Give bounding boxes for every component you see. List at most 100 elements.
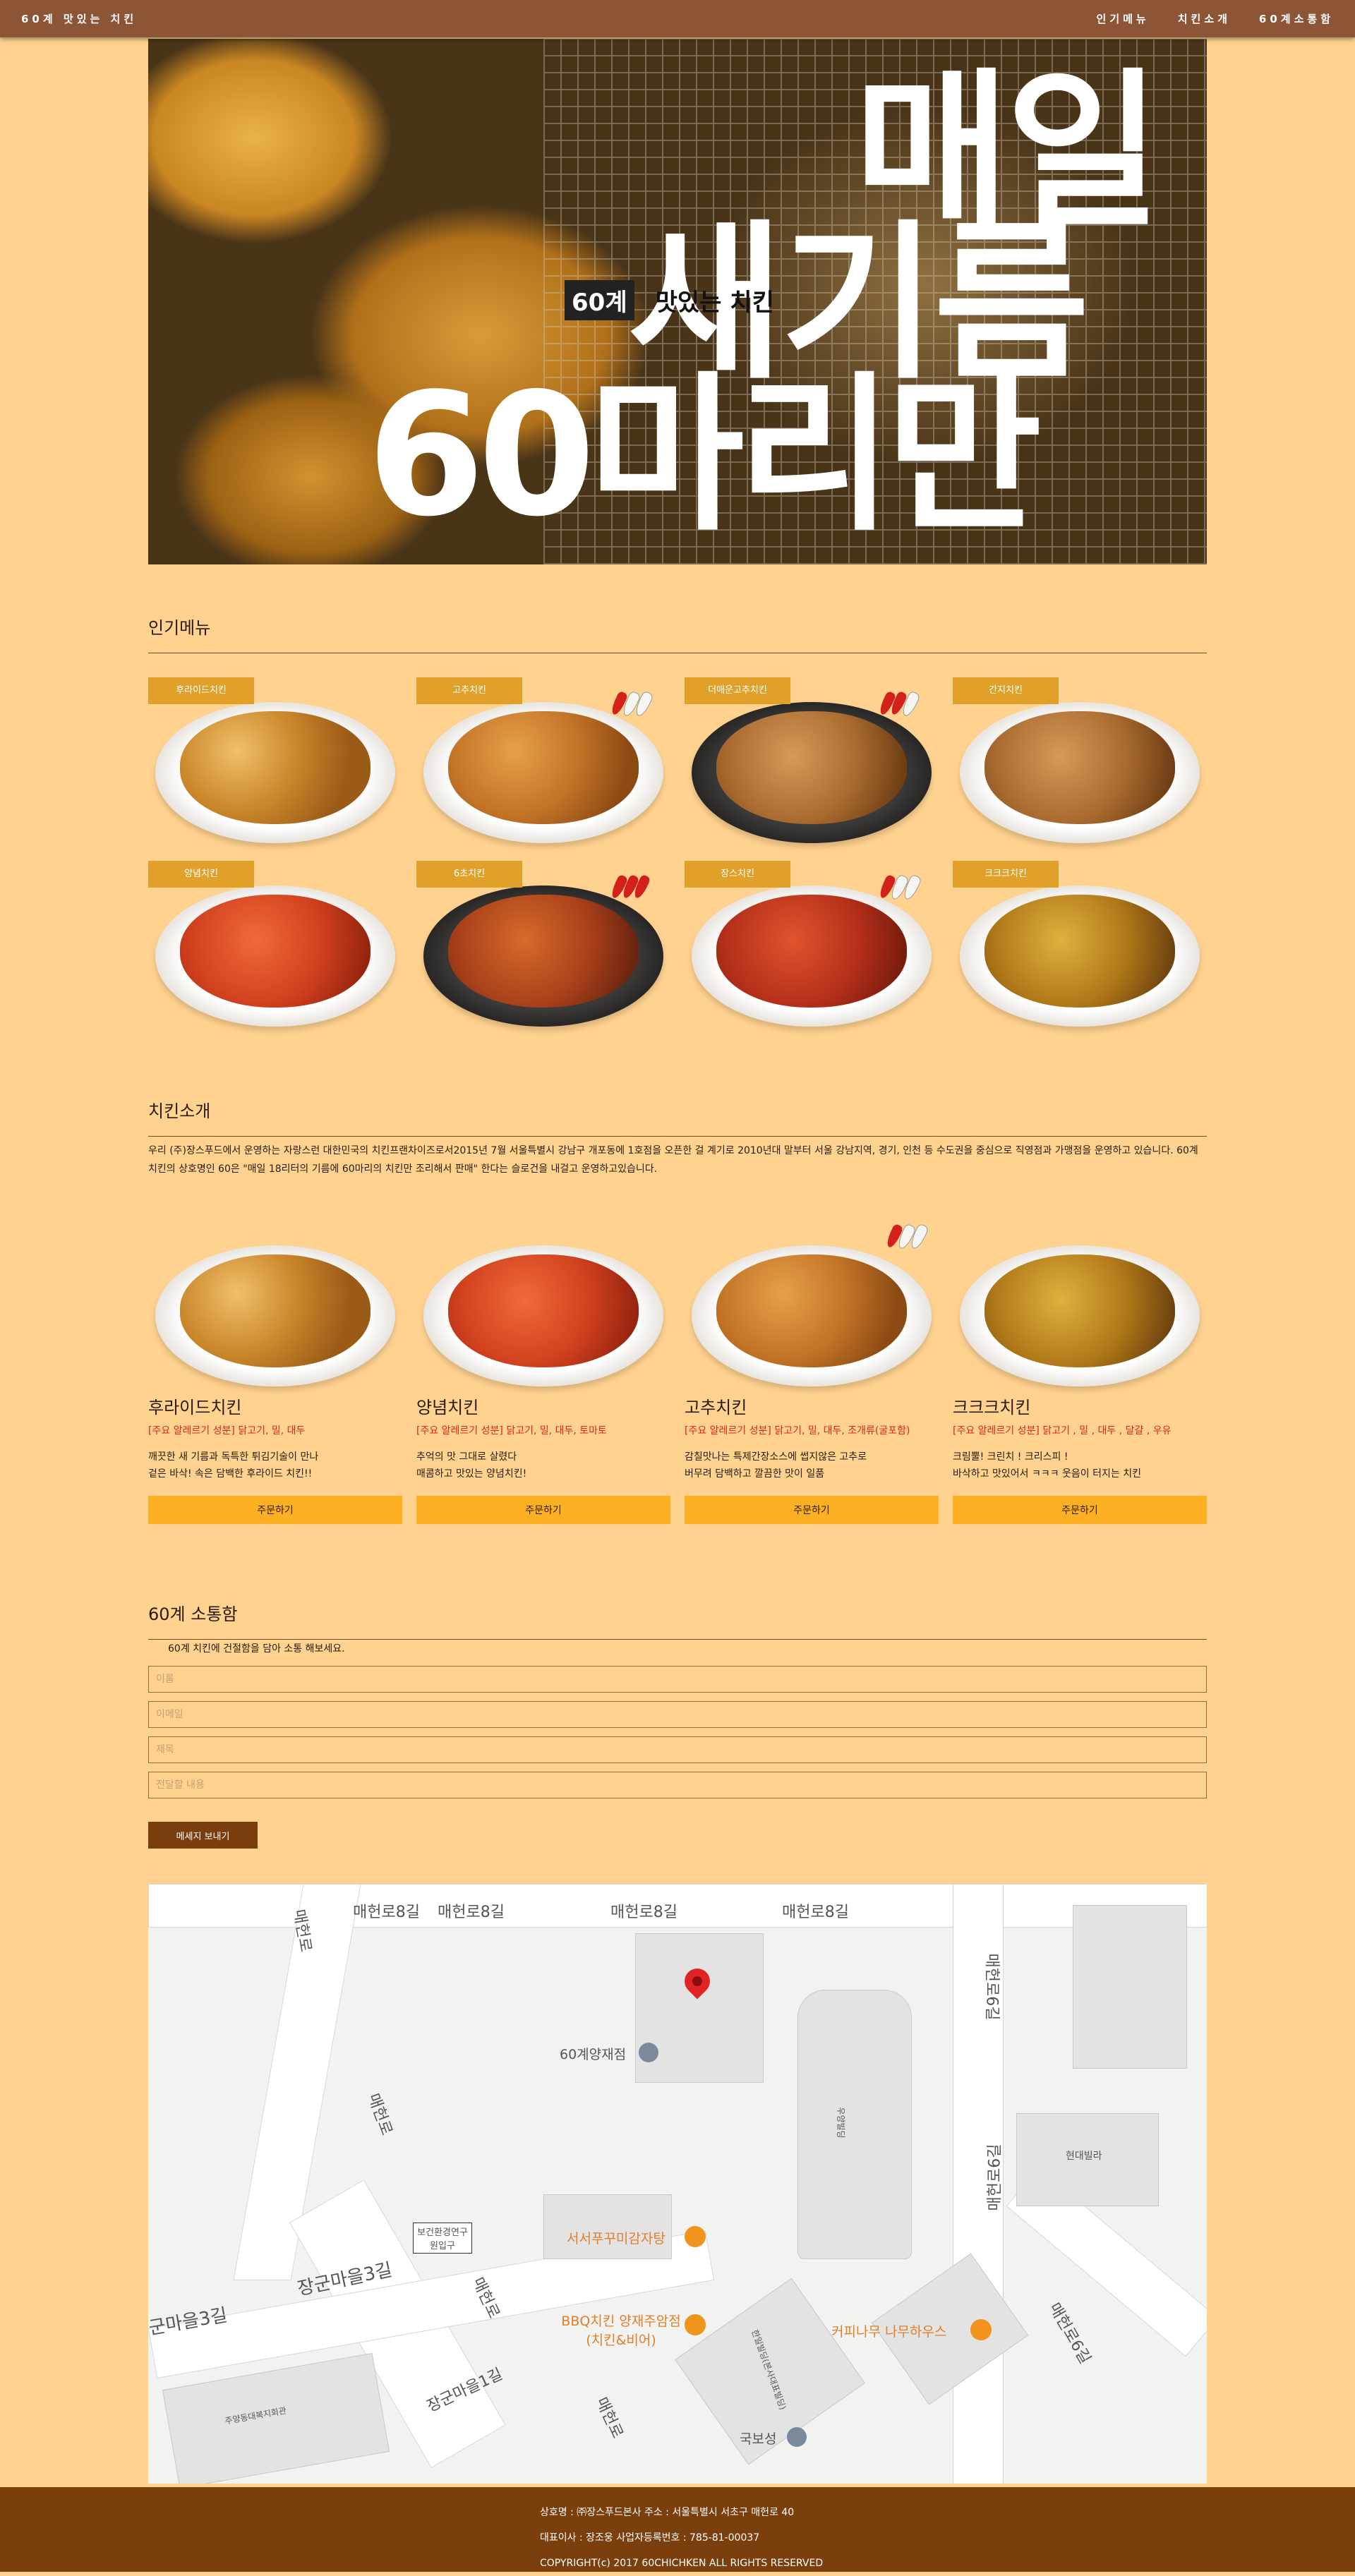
map-poi-label: 60계양재점 [560,2047,627,2062]
chicken-description: 추억의 맛 그대로 살렸다매콤하고 맛있는 양념치킨! [416,1449,670,1482]
map-road-label: 매헌로6길 [982,1953,1001,2021]
hero-line-3: 60마리만 [367,356,1042,554]
menu-card[interactable]: 6초치킨 [416,861,663,1030]
chicken-image [448,895,639,1008]
chicken-image [984,1254,1175,1367]
chicken-image [180,895,371,1008]
location-map[interactable]: 매헌로8길 매헌로8길 매헌로8길 매헌로8길 매헌로 매헌로 매헌로 매헌로 … [148,1884,1207,2484]
description-line: 감칠맛나는 특제간장소스에 썹지않은 고추로 [685,1451,867,1463]
subject-field[interactable] [148,1736,1207,1763]
chicken-name: 고추치킨 [685,1398,747,1417]
hero-banner: 매일 새기름 60마리만 60계 맛있는 치킨 [148,39,1207,564]
top-nav: 60계 맛있는 치킨 인기메뉴 치킨소개 60계소통함 [0,0,1355,37]
menu-card[interactable]: 크크크치킨 [953,861,1200,1030]
chicken-image [716,895,907,1008]
menu-label: 고추치킨 [416,677,522,704]
map-road-label: 매헌로 [591,2395,627,2441]
brand-logo[interactable]: 60계 맛있는 치킨 [21,11,137,26]
footer: 상호명 : ㈜장스푸드본사 주소 : 서울특별시 서초구 매헌로 40 대표이사… [0,2487,1355,2572]
name-field[interactable] [148,1666,1207,1693]
order-button[interactable]: 주문하기 [148,1496,402,1524]
footer-ceo-info: 대표이사 : 장조웅 사업자등록번호 : 785-81-00037 [540,2532,760,2544]
send-message-button[interactable]: 메세지 보내기 [148,1822,258,1849]
menu-label: 장스치킨 [685,861,790,888]
menu-label: 크크크치킨 [953,861,1059,888]
footer-company-info: 상호명 : ㈜장스푸드본사 주소 : 서울특별시 서초구 매헌로 40 [540,2507,795,2518]
menu-card[interactable]: 장스치킨 [685,861,932,1030]
menu-label: 후라이드치킨 [148,677,254,704]
map-building [1073,1905,1187,2069]
contact-subtitle: 60계 치킨에 건절함을 담아 소통 해보세요. [168,1643,345,1655]
map-road-label: 매헌로8길 [610,1904,678,1921]
nav-link-intro[interactable]: 치킨소개 [1178,11,1231,26]
map-building-label: 보건환경연구원입구 [413,2223,472,2254]
hero-tagline: 60계 맛있는 치킨 [565,280,774,320]
description-line: 크림뿔! 크린치 ! 크리스피 ! [953,1451,1068,1463]
email-field[interactable] [148,1701,1207,1728]
map-road-label: 매헌로8길 [782,1904,849,1921]
map-road-label: 매헌로6길 [1044,2299,1094,2367]
map-building-label: 우양빌딩 [836,2107,846,2139]
menu-label: 양념치킨 [148,861,254,888]
hero-tagline-text: 맛있는 치킨 [655,289,774,317]
map-poi-label: 서서푸꾸미감자탕 [567,2231,666,2247]
menu-card[interactable]: 후라이드치킨 [148,677,395,847]
chicken-image [448,711,639,824]
allergy-info: [주요 알레르기 성분] 닭고기, 밀, 대두, 토마토 [416,1425,607,1437]
chicken-image [180,1254,371,1367]
map-poi-pin[interactable] [787,2427,807,2447]
hero-badge: 60계 [565,280,634,320]
spice-level [884,1223,929,1251]
order-button[interactable]: 주문하기 [685,1496,939,1524]
menu-label: 6초치킨 [416,861,522,888]
nav-link-contact[interactable]: 60계소통함 [1259,11,1334,26]
chicken-image [716,711,907,824]
menu-card[interactable]: 양념치킨 [148,861,395,1030]
order-button[interactable]: 주문하기 [416,1496,670,1524]
description-line: 버무려 담백하고 깔끔한 맛이 일품 [685,1468,825,1480]
spice-level [877,690,921,718]
map-poi-pin[interactable] [685,2226,706,2247]
menu-card[interactable]: 간지치킨 [953,677,1200,847]
map-road-label: 매헌로6길 [986,2143,1004,2211]
allergy-info: [주요 알레르기 성분] 닭고기, 밀, 대두 [148,1425,306,1437]
chicken-name: 크크크치킨 [953,1398,1031,1417]
spice-level [609,690,654,718]
chicken-photo [148,1224,402,1386]
map-building-label: 현대빌라 [1066,2151,1102,2162]
chicken-description: 크림뿔! 크린치 ! 크리스피 ! 바삭하고 맛있어서 ㅋㅋㅋ 웃음이 터지는 치… [953,1449,1207,1482]
description-line: 추억의 맛 그대로 살렸다 [416,1451,517,1463]
description-line: 깨끗한 새 기름과 독특한 튀김기술이 만나 [148,1451,319,1463]
allergy-info: [주요 알레르기 성분] 닭고기 , 밀 , 대두 , 달걀 , 우유 [953,1425,1172,1437]
intro-description: 우리 (주)장스푸드에서 운영하는 자랑스런 대한민국의 치킨프랜차이즈로서20… [148,1145,1198,1175]
chicken-intro-card: 양념치킨 [주요 알레르기 성분] 닭고기, 밀, 대두, 토마토 추억의 맛 그대… [416,1224,670,1524]
chicken-photo [953,1224,1207,1386]
map-poi-label: BBQ치킨 양재주암점 (치킨&비어) [561,2314,681,2348]
message-field[interactable] [148,1772,1207,1798]
chicken-image [448,1254,639,1367]
order-button[interactable]: 주문하기 [953,1496,1207,1524]
menu-card[interactable]: 더매운고추치킨 [685,677,932,847]
menu-card[interactable]: 고추치킨 [416,677,663,847]
map-building-community [162,2352,390,2484]
chicken-intro-card: 크크크치킨 [주요 알레르기 성분] 닭고기 , 밀 , 대두 , 달걀 , 우유… [953,1224,1207,1524]
spice-level [609,873,651,900]
nav-link-popular[interactable]: 인기메뉴 [1097,11,1150,26]
footer-copyright: COPYRIGHT(c) 2017 60CHICHKEN ALL RIGHTS … [540,2558,824,2569]
map-road-label: 매헌로8길 [438,1904,505,1921]
map-poi-label: 국보성 [740,2431,777,2447]
map-poi-pin[interactable] [685,2314,706,2335]
contact-section-title: 60계 소통함 [148,1600,1207,1640]
menu-label: 간지치킨 [953,677,1059,704]
menu-label: 더매운고추치킨 [685,677,790,704]
map-road-label: 매헌로 [363,2091,396,2138]
description-line: 겉은 바삭! 속은 담백한 후라이드 치킨!! [148,1468,313,1480]
map-building [543,2194,672,2259]
chicken-photo [416,1224,670,1386]
popular-section-title: 인기메뉴 [148,614,1207,653]
description-line: 매콤하고 맛있는 양념치킨! [416,1468,527,1480]
chicken-photo [685,1223,939,1386]
map-poi-pin[interactable] [970,2319,992,2340]
map-building-woo-yang [797,1990,912,2259]
map-poi-pin[interactable] [639,2043,658,2062]
